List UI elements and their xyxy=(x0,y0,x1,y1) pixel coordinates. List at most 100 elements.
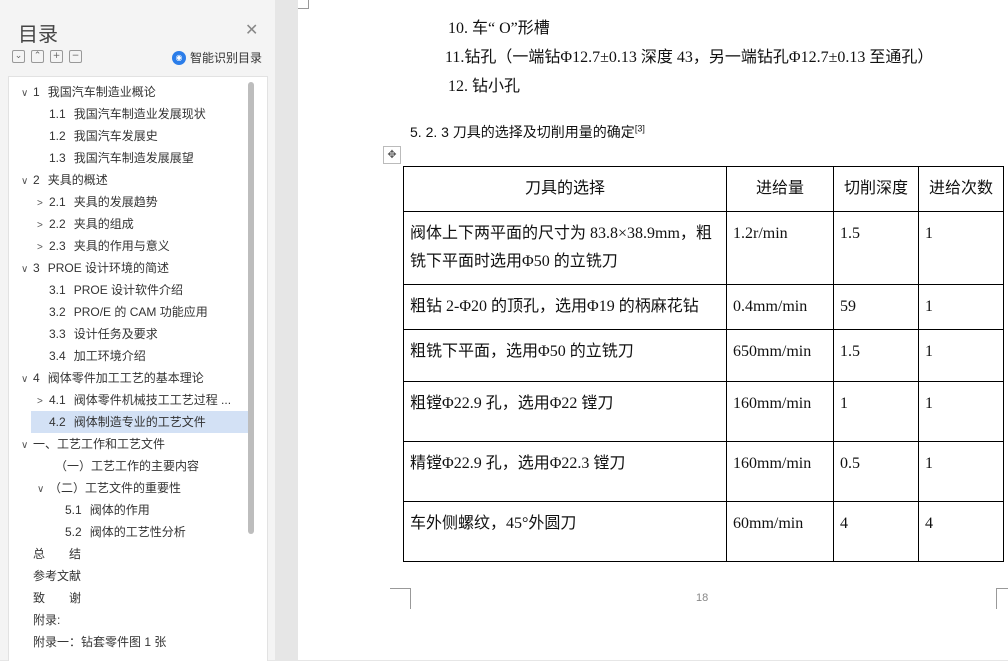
outline-item-label: 设计任务及要求 xyxy=(73,327,158,341)
outline-item-label: 参考文献 xyxy=(33,569,82,583)
outline-item-label: 致 谢 xyxy=(33,591,82,605)
expand-all-icon[interactable]: ⌃ xyxy=(31,50,44,63)
outline-item-number: 5.1 xyxy=(65,503,82,517)
outline-list: ∨ 1 我国汽车制造业概论 1.1 我国汽车制造业发展现状 1.2 我国汽车发展史 1.3 我国… xyxy=(8,76,268,661)
table-cell[interactable]: 0.4mm/min xyxy=(726,284,834,330)
outline-item-number: 2.2 xyxy=(49,217,66,231)
remove-heading-icon[interactable]: − xyxy=(69,50,82,63)
table-cell[interactable]: 粗钻 2-Φ20 的顶孔，选用Φ19 的柄麻花钻 xyxy=(403,284,727,330)
outline-item[interactable]: 5.1 阀体的作用 xyxy=(9,499,150,521)
outline-item[interactable]: 5.2 阀体的工艺性分析 xyxy=(9,521,186,543)
outline-item-label: 夹具的概述 xyxy=(47,173,108,187)
outline-item-number: 2.3 xyxy=(49,239,66,253)
table-row: 粗镗Φ22.9 孔，选用Φ22 镗刀 160mm/min 1 1 xyxy=(403,381,1004,442)
outline-item-label: 阀体的工艺性分析 xyxy=(89,525,186,539)
outline-item[interactable]: ∨ 3 PROE 设计环境的简述 xyxy=(9,257,169,279)
outline-item[interactable]: 3.4 加工环境介绍 xyxy=(9,345,146,367)
table-cell[interactable]: 0.5 xyxy=(833,441,919,502)
outline-item-label: 阀体的作用 xyxy=(89,503,150,517)
outline-item-number: 1.3 xyxy=(49,151,66,165)
table-cell[interactable]: 1 xyxy=(918,381,1004,442)
outline-item-number: 4.2 xyxy=(49,415,66,429)
table-cell[interactable]: 1 xyxy=(918,284,1004,330)
table-cell[interactable]: 160mm/min xyxy=(726,381,834,442)
outline-item-label: 附录: xyxy=(33,613,61,627)
table-cell[interactable]: 60mm/min xyxy=(726,501,834,562)
table-cell[interactable]: 精镗Φ22.9 孔，选用Φ22.3 镗刀 xyxy=(403,441,727,502)
chevron-down-icon[interactable]: ∨ xyxy=(21,171,33,193)
table-cell[interactable]: 1 xyxy=(918,329,1004,382)
outline-item-label: 我国汽车发展史 xyxy=(73,129,158,143)
outline-item[interactable]: ∨ 1 我国汽车制造业概论 xyxy=(9,81,156,103)
outline-item[interactable]: 1.3 我国汽车制造发展展望 xyxy=(9,147,194,169)
table-cell[interactable]: 650mm/min xyxy=(726,329,834,382)
add-heading-icon[interactable]: + xyxy=(50,50,63,63)
chevron-down-icon[interactable]: ∨ xyxy=(21,369,33,391)
outline-item[interactable]: >2.1 夹具的发展趋势 xyxy=(9,191,158,213)
chevron-down-icon[interactable]: ∨ xyxy=(37,479,49,501)
table-cell[interactable]: 粗镗Φ22.9 孔，选用Φ22 镗刀 xyxy=(403,381,727,442)
outline-item[interactable]: 总 结 xyxy=(9,543,81,565)
table-cell[interactable]: 1 xyxy=(918,211,1004,285)
table-cell[interactable]: 4 xyxy=(918,501,1004,562)
table-cell[interactable]: 1.5 xyxy=(833,329,919,382)
table-row: 车外侧螺纹，45°外圆刀 60mm/min 4 4 xyxy=(403,501,1004,562)
chevron-right-icon[interactable]: > xyxy=(37,215,49,237)
outline-item[interactable]: 附录: xyxy=(9,609,60,631)
smart-toc-icon: ◉ xyxy=(172,50,186,65)
table-cell[interactable]: 1 xyxy=(918,441,1004,502)
table-cell[interactable]: 1 xyxy=(833,381,919,442)
outline-item[interactable]: 致 谢 xyxy=(9,587,81,609)
outline-item[interactable]: ∨ 2 夹具的概述 xyxy=(9,169,108,191)
outline-item[interactable]: 3.1 PROE 设计软件介绍 xyxy=(9,279,183,301)
outline-item[interactable]: >2.3 夹具的作用与意义 xyxy=(9,235,170,257)
outline-item[interactable]: 参考文献 xyxy=(9,565,81,587)
outline-item[interactable]: ∨ 4 阀体零件加工工艺的基本理论 xyxy=(9,367,204,389)
table-cell[interactable]: 粗铣下平面，选用Φ50 的立铣刀 xyxy=(403,329,727,382)
outline-scrollbar[interactable] xyxy=(248,82,254,534)
table-cell[interactable]: 1.2r/min xyxy=(726,211,834,285)
chevron-right-icon[interactable]: > xyxy=(37,237,49,259)
chevron-right-icon[interactable]: > xyxy=(37,391,49,413)
outline-item[interactable]: >2.2 夹具的组成 xyxy=(9,213,134,235)
outline-item-number: 5.2 xyxy=(65,525,82,539)
outline-item[interactable]: 1.2 我国汽车发展史 xyxy=(9,125,158,147)
outline-item-label: 阀体零件机械技工工艺过程 ... xyxy=(73,393,232,407)
table-header: 刀具的选择 xyxy=(403,166,727,212)
outline-item[interactable]: 4.2 阀体制造专业的工艺文件 xyxy=(31,411,253,433)
outline-item[interactable]: >4.1 阀体零件机械技工工艺过程 ... xyxy=(9,389,231,411)
table-row: 粗钻 2-Φ20 的顶孔，选用Φ19 的柄麻花钻 0.4mm/min 59 1 xyxy=(403,284,1004,330)
table-cell[interactable]: 4 xyxy=(833,501,919,562)
table-move-icon[interactable]: ✥ xyxy=(383,146,401,164)
outline-item-number: 1.1 xyxy=(49,107,66,121)
outline-item-label: 夹具的作用与意义 xyxy=(73,239,170,253)
chevron-right-icon[interactable]: > xyxy=(37,193,49,215)
crop-mark xyxy=(996,588,1008,609)
table-cell[interactable]: 1.5 xyxy=(833,211,919,285)
chevron-down-icon[interactable]: ∨ xyxy=(21,259,33,281)
doc-line: 12. 钻小孔 xyxy=(448,78,521,95)
close-icon[interactable]: ✕ xyxy=(245,20,258,40)
table-cell[interactable]: 阀体上下两平面的尺寸为 83.8×38.9mm，粗铣下平面时选用Φ50 的立铣刀 xyxy=(403,211,727,285)
outline-item[interactable]: 3.2 PRO/E 的 CAM 功能应用 xyxy=(9,301,208,323)
table-cell[interactable]: 车外侧螺纹，45°外圆刀 xyxy=(403,501,727,562)
outline-item-label: 阀体制造专业的工艺文件 xyxy=(73,415,206,429)
outline-item[interactable]: 1.1 我国汽车制造业发展现状 xyxy=(9,103,206,125)
outline-item[interactable]: ∨ 一、工艺工作和工艺文件 xyxy=(9,433,165,455)
smart-toc-button[interactable]: ◉ 智能识别目录 xyxy=(172,49,262,66)
outline-item-label: 总 结 xyxy=(33,547,82,561)
outline-item[interactable]: 3.3 设计任务及要求 xyxy=(9,323,158,345)
chevron-down-icon[interactable]: ∨ xyxy=(21,435,33,457)
table-cell[interactable]: 160mm/min xyxy=(726,441,834,502)
chevron-down-icon[interactable]: ∨ xyxy=(21,83,33,105)
table-header: 切削深度 xyxy=(833,166,919,212)
outline-item-label: 我国汽车制造发展展望 xyxy=(73,151,194,165)
outline-item[interactable]: ∨ （二）工艺文件的重要性 xyxy=(9,477,181,499)
collapse-all-icon[interactable]: ⌄ xyxy=(12,50,25,63)
citation-ref[interactable]: [3] xyxy=(635,123,645,133)
outline-item[interactable]: 附录一：钻套零件图 1 张 xyxy=(9,631,166,653)
outline-item-label: （一）工艺工作的主要内容 xyxy=(55,459,200,473)
table-header-row: 刀具的选择 进给量 切削深度 进给次数 xyxy=(403,166,1004,212)
outline-item[interactable]: （一）工艺工作的主要内容 xyxy=(9,455,199,477)
table-cell[interactable]: 59 xyxy=(833,284,919,330)
